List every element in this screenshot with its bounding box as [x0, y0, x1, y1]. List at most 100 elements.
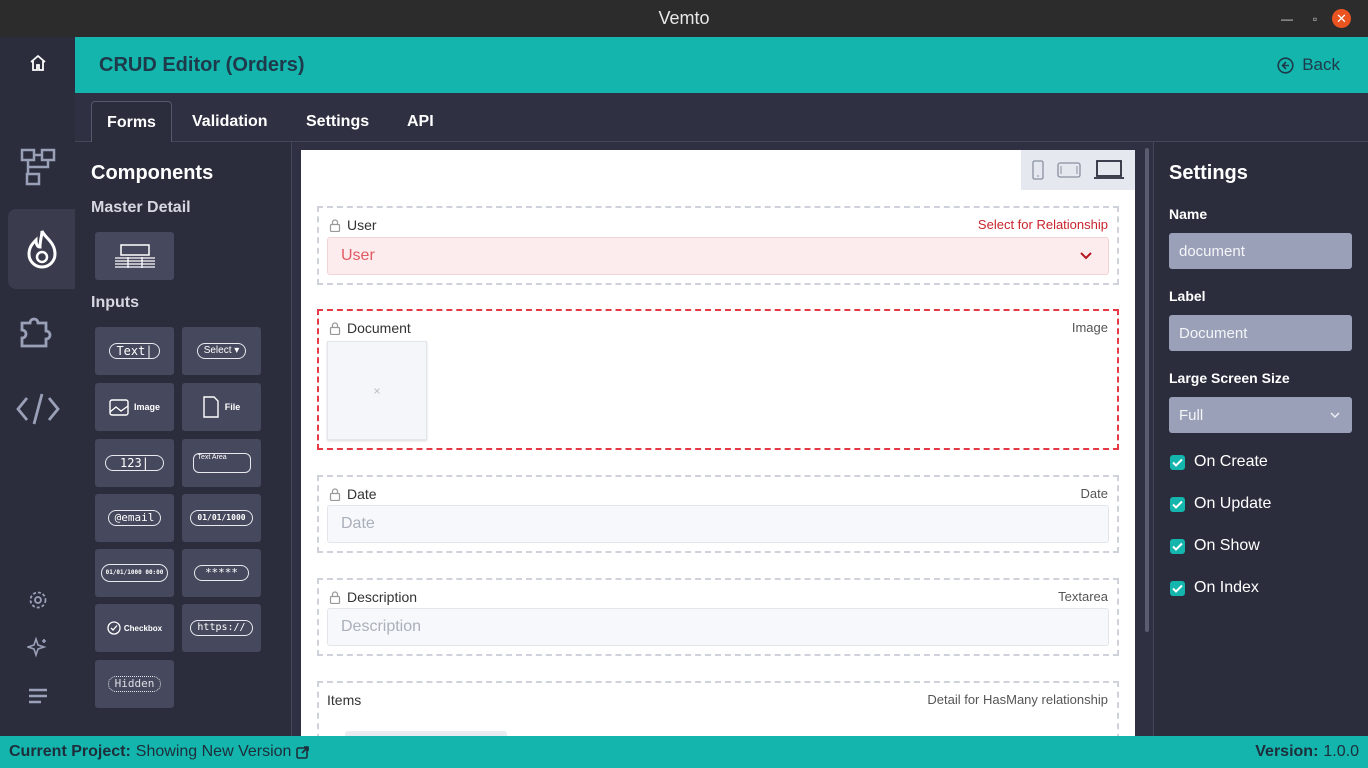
version-value: 1.0.0: [1323, 743, 1359, 760]
project-label: Current Project:: [9, 743, 131, 760]
checkmark-icon: [1170, 580, 1185, 596]
settings-gear-icon[interactable]: [0, 588, 75, 612]
back-label: Back: [1302, 55, 1340, 74]
status-bar: Current Project: Showing New Version Ver…: [0, 736, 1368, 768]
project-link[interactable]: Showing New Version: [136, 743, 292, 761]
form-field-date[interactable]: Date Date Date: [317, 475, 1119, 553]
on-index-label: On Index: [1194, 579, 1259, 596]
settings-title: Settings: [1169, 162, 1248, 184]
field-label: Items: [327, 692, 362, 708]
master-detail-icon: [114, 244, 155, 268]
label-label: Label: [1169, 288, 1206, 304]
menu-lines-icon[interactable]: [0, 684, 75, 708]
url-input-component[interactable]: https://: [182, 604, 261, 652]
lock-icon: [329, 590, 341, 604]
form-field-description[interactable]: Description Textarea Description: [317, 578, 1119, 656]
form-canvas: User Select for Relationship User Docume…: [301, 150, 1135, 736]
password-input-component[interactable]: *****: [182, 549, 261, 597]
home-icon[interactable]: [0, 45, 75, 81]
form-field-user[interactable]: User Select for Relationship User: [317, 206, 1119, 285]
date-input-component[interactable]: 01/01/1000: [182, 494, 261, 542]
form-field-items[interactable]: Items Detail for HasMany relationship: [317, 681, 1119, 736]
tab-forms[interactable]: Forms: [91, 101, 172, 143]
large-screen-size-select[interactable]: Full: [1169, 397, 1352, 433]
on-update-label: On Update: [1194, 495, 1272, 512]
minimize-icon[interactable]: —: [1270, 12, 1304, 26]
editor-tabs: Forms Validation Settings API: [75, 93, 1368, 143]
tab-settings[interactable]: Settings: [290, 101, 385, 143]
label-input[interactable]: Document: [1169, 315, 1352, 351]
text-input-component[interactable]: Text|: [95, 327, 174, 375]
file-input-component[interactable]: File: [182, 383, 261, 431]
master-detail-heading: Master Detail: [91, 199, 191, 216]
on-show-checkbox[interactable]: On Show: [1170, 537, 1260, 555]
mobile-device-icon[interactable]: [1031, 160, 1045, 180]
external-link-icon[interactable]: [296, 745, 310, 759]
description-textarea[interactable]: Description: [327, 608, 1109, 646]
schema-icon[interactable]: [0, 142, 75, 192]
device-switcher: [1021, 150, 1135, 190]
field-label: Date: [347, 486, 377, 502]
tablet-device-icon[interactable]: [1057, 161, 1081, 179]
on-index-checkbox[interactable]: On Index: [1170, 579, 1259, 597]
field-type: Image: [1071, 320, 1108, 335]
field-label: User: [347, 217, 377, 233]
on-create-checkbox[interactable]: On Create: [1170, 453, 1268, 471]
code-icon[interactable]: [0, 385, 75, 433]
checkbox-input-component[interactable]: Checkbox: [95, 604, 174, 652]
select-input-component[interactable]: Select ▾: [182, 327, 261, 375]
canvas-scrollbar[interactable]: [1145, 148, 1149, 632]
tab-api[interactable]: API: [391, 101, 450, 143]
tab-validation[interactable]: Validation: [176, 101, 284, 143]
window-controls: — ▫ ✕: [1270, 0, 1351, 37]
datetime-input-component[interactable]: 01/01/1000 00:00: [95, 549, 174, 597]
page-header: CRUD Editor (Orders) Back: [75, 37, 1368, 93]
on-show-label: On Show: [1194, 537, 1260, 554]
checkmark-icon: [1170, 496, 1185, 512]
number-input-component[interactable]: 123|: [95, 439, 174, 487]
master-detail-component[interactable]: [95, 232, 174, 280]
user-select[interactable]: User: [327, 237, 1109, 275]
lock-icon: [329, 321, 341, 335]
close-icon[interactable]: ✕: [1332, 9, 1351, 28]
lock-icon: [329, 218, 341, 232]
back-arrow-icon: [1277, 56, 1294, 74]
window-title: Vemto: [658, 8, 710, 28]
file-icon: [203, 396, 219, 418]
back-button[interactable]: Back: [1277, 55, 1340, 75]
name-input[interactable]: document: [1169, 233, 1352, 269]
settings-panel: Settings Name document Label Document La…: [1153, 142, 1368, 736]
version-info: Version: 1.0.0: [1255, 743, 1359, 761]
on-update-checkbox[interactable]: On Update: [1170, 495, 1271, 513]
name-label: Name: [1169, 206, 1208, 222]
form-canvas-area: User Select for Relationship User Docume…: [291, 142, 1153, 736]
on-create-label: On Create: [1194, 453, 1268, 470]
field-type: Textarea: [1058, 589, 1108, 604]
image-icon: [109, 398, 129, 416]
image-upload-preview[interactable]: ×: [327, 341, 427, 440]
chevron-down-icon: [1080, 252, 1092, 260]
inputs-heading: Inputs: [91, 294, 139, 311]
crud-fire-icon[interactable]: [8, 209, 75, 289]
lock-icon: [329, 487, 341, 501]
desktop-device-icon[interactable]: [1093, 160, 1125, 180]
email-input-component[interactable]: @email: [95, 494, 174, 542]
description-placeholder: Description: [341, 618, 422, 635]
date-input[interactable]: Date: [327, 505, 1109, 543]
maximize-icon[interactable]: ▫: [1304, 12, 1326, 26]
window-titlebar: Vemto — ▫ ✕: [0, 0, 1368, 37]
checkmark-icon: [1170, 538, 1185, 554]
user-select-placeholder: User: [341, 247, 375, 264]
form-field-document[interactable]: Document Image ×: [317, 309, 1119, 450]
checkmark-icon: [1170, 454, 1185, 470]
hidden-input-component[interactable]: Hidden: [95, 660, 174, 708]
chevron-down-icon: [1330, 411, 1340, 418]
plugin-puzzle-icon[interactable]: [0, 305, 75, 353]
large-screen-size-label: Large Screen Size: [1169, 370, 1290, 386]
field-label: Description: [347, 589, 418, 605]
textarea-input-component[interactable]: Text Area: [182, 439, 261, 487]
sparkle-icon[interactable]: [0, 636, 75, 660]
image-input-component[interactable]: Image: [95, 383, 174, 431]
field-label: Document: [347, 320, 411, 336]
field-type: Detail for HasMany relationship: [927, 692, 1108, 707]
